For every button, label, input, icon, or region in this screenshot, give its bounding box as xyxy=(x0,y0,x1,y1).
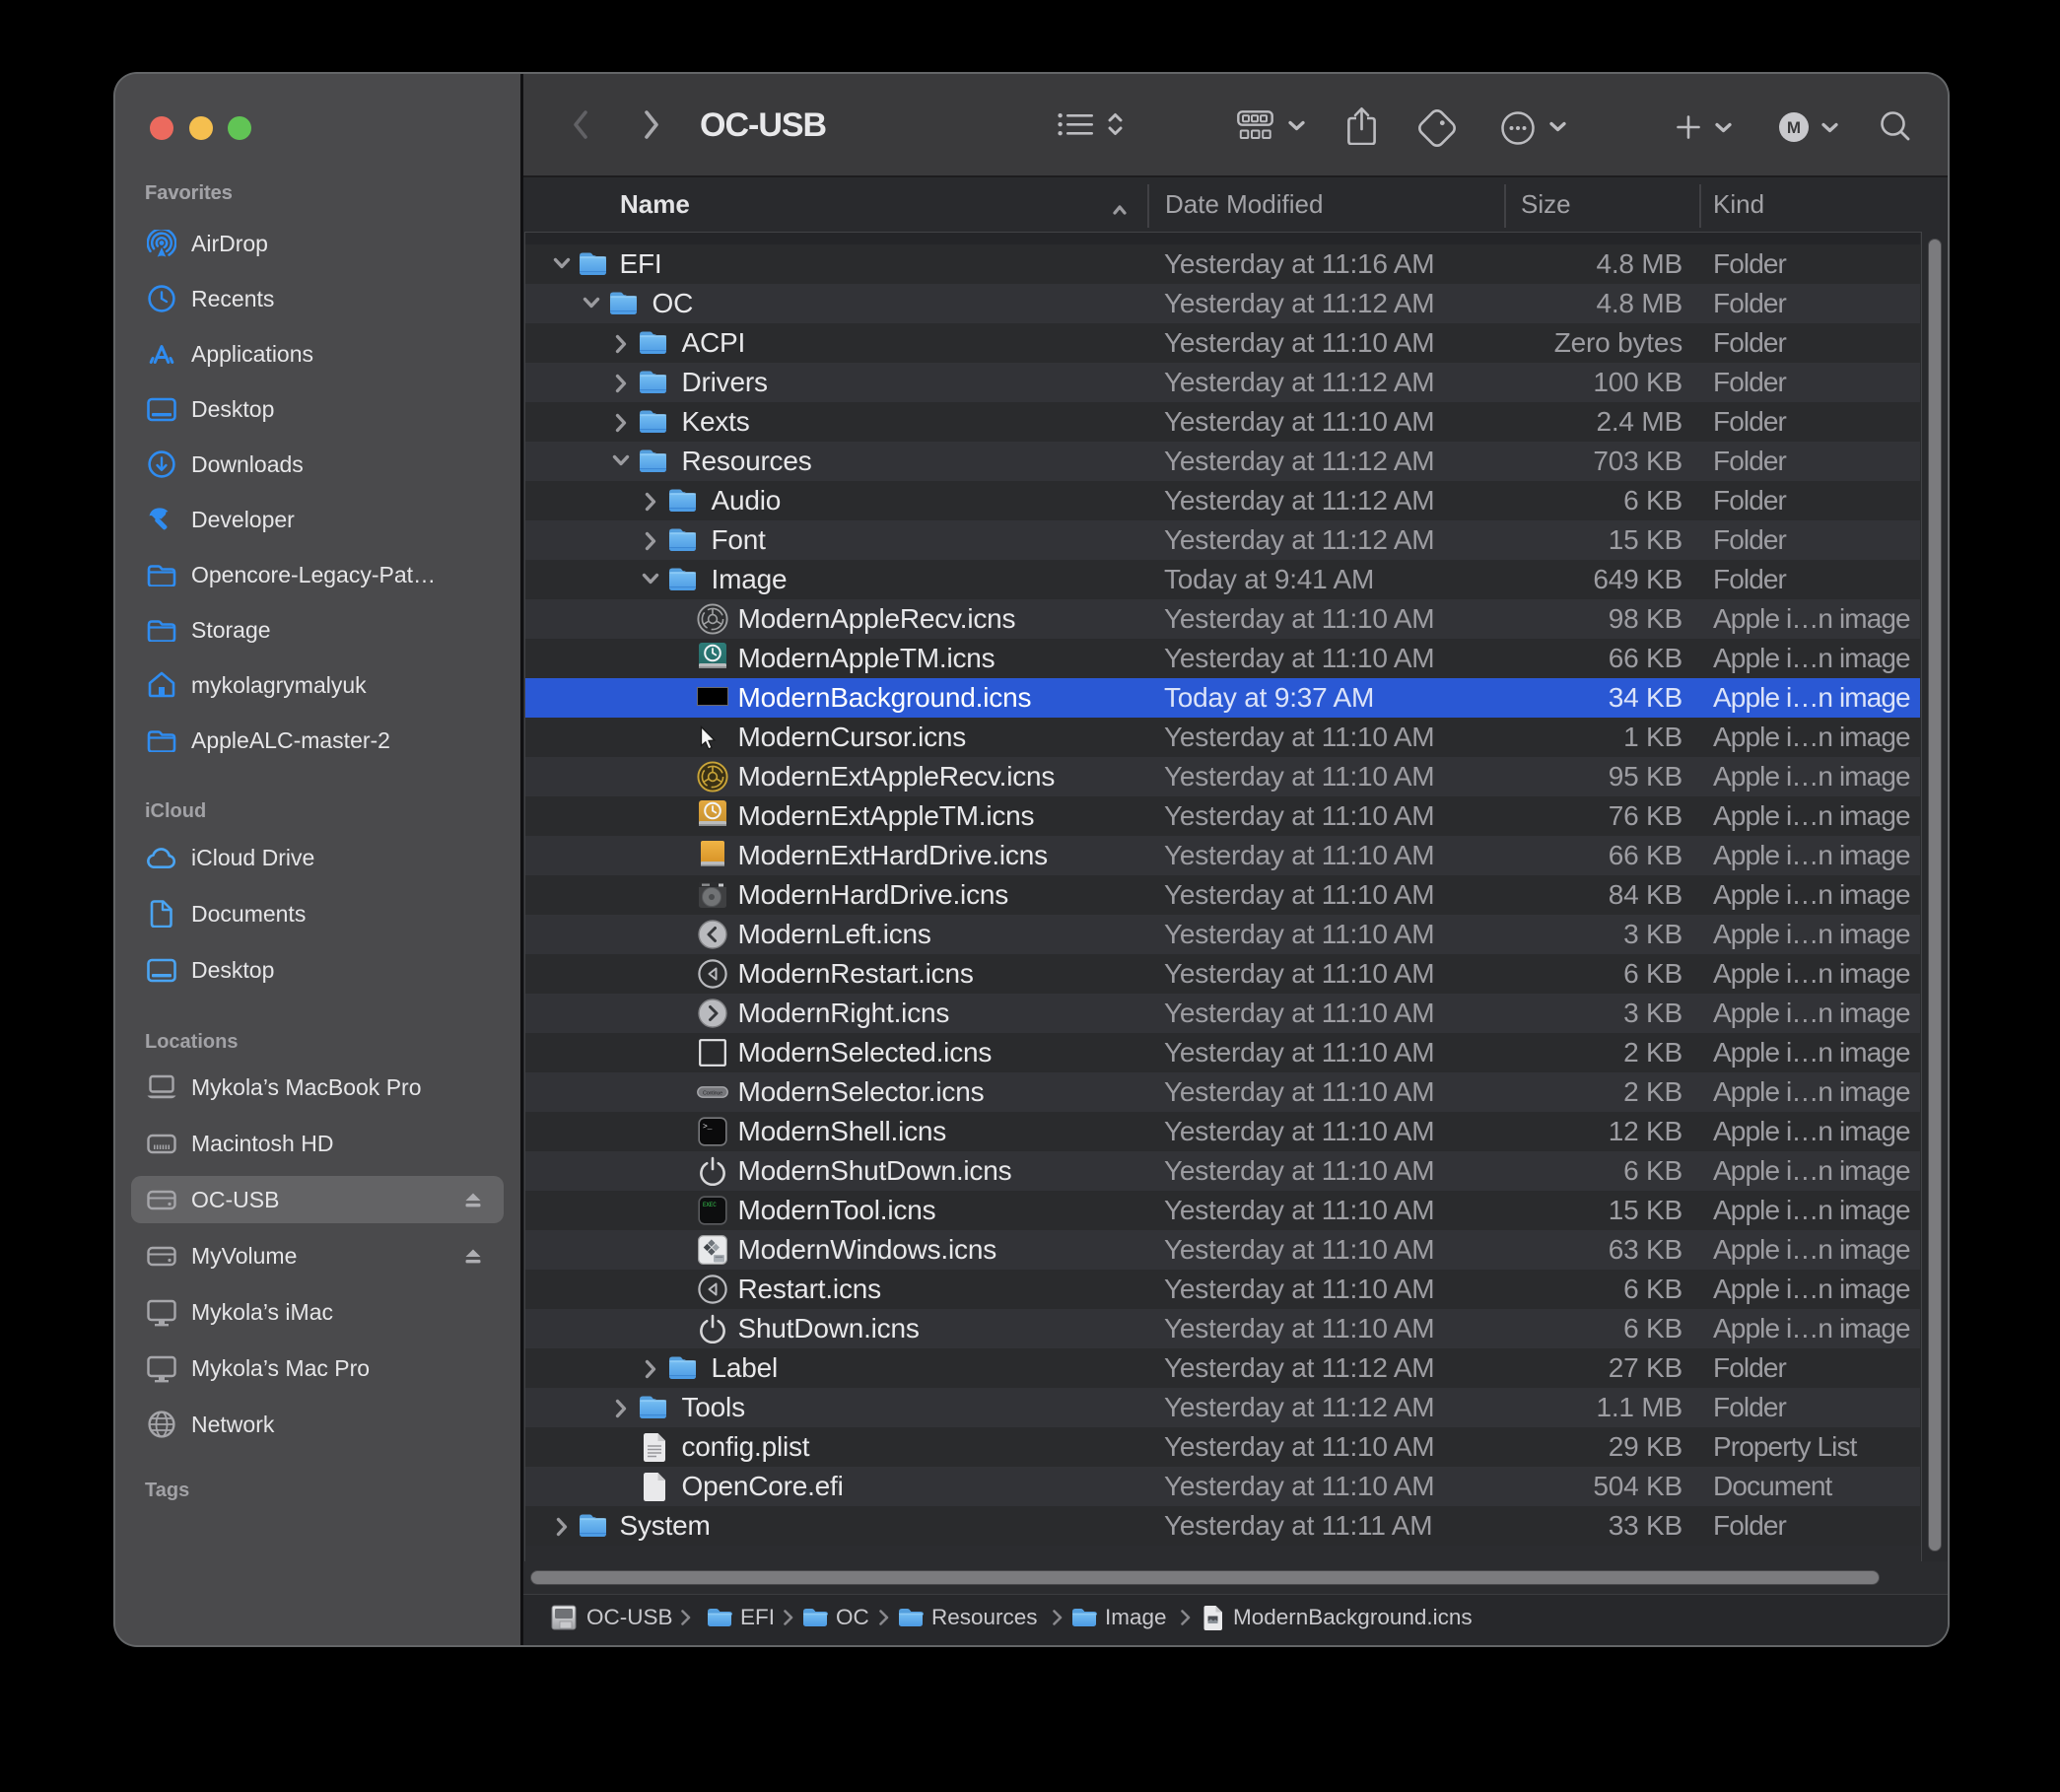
svg-text:Continue: Continue xyxy=(703,1090,722,1096)
svg-text:M: M xyxy=(1787,118,1801,137)
svg-text:EXEC: EXEC xyxy=(703,1202,717,1208)
svg-text:>_: >_ xyxy=(703,1123,713,1132)
